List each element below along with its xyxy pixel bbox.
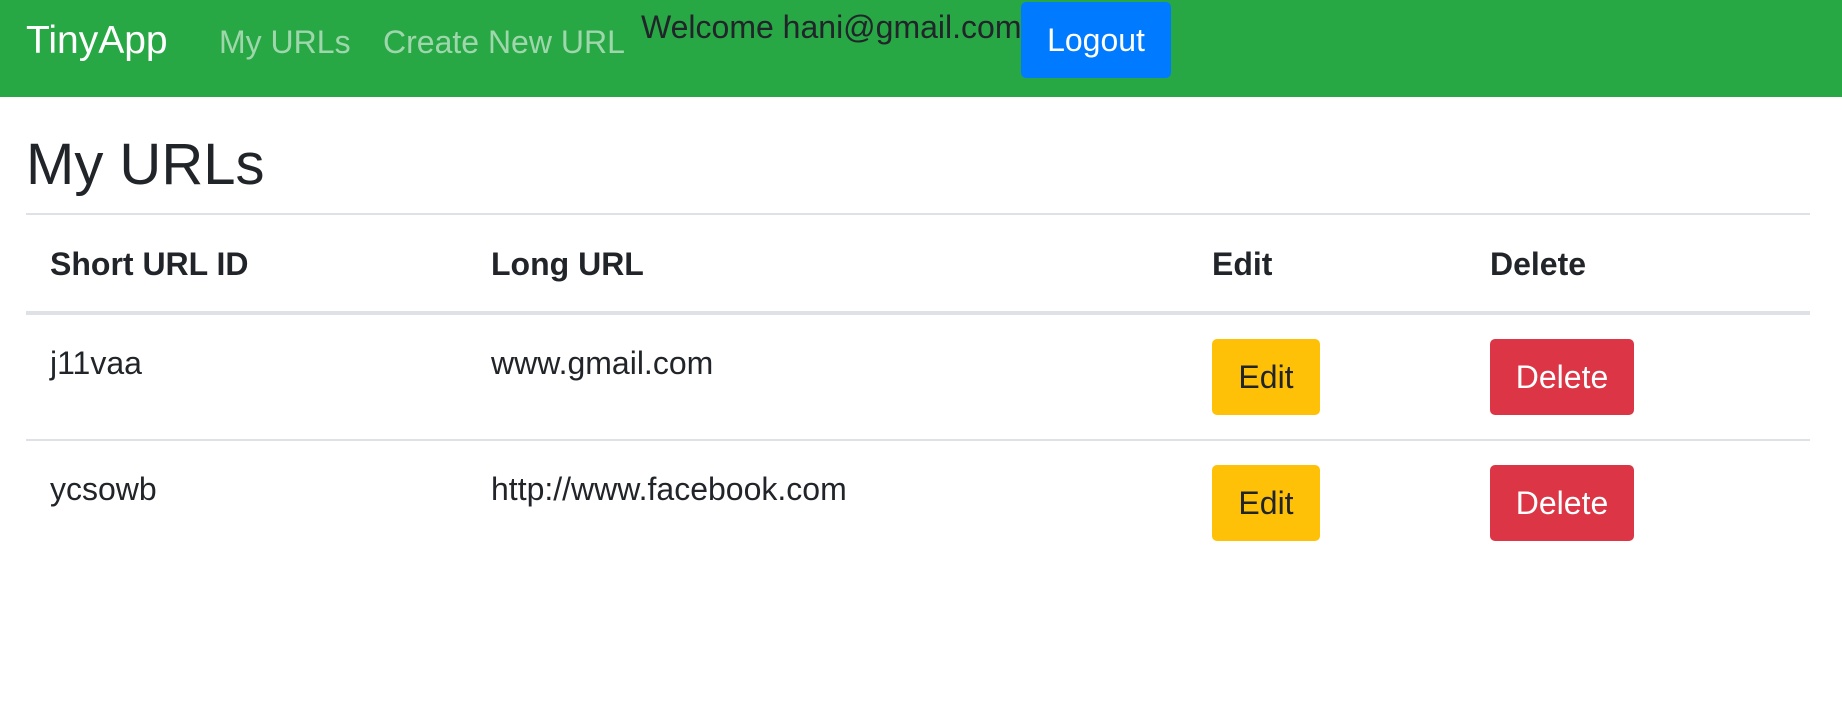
logout-button[interactable]: Logout — [1021, 2, 1171, 78]
nav-link-my-urls[interactable]: My URLs — [219, 23, 351, 61]
brand-link[interactable]: TinyApp — [26, 18, 168, 64]
column-header-short-url-id: Short URL ID — [50, 246, 249, 282]
edit-button[interactable]: Edit — [1212, 339, 1320, 415]
long-url: www.gmail.com — [491, 345, 714, 381]
table-top-divider — [26, 213, 1810, 215]
delete-button[interactable]: Delete — [1490, 465, 1634, 541]
short-url-id: j11vaa — [50, 345, 142, 381]
nav-link-create-new-url[interactable]: Create New URL — [383, 23, 625, 61]
delete-button[interactable]: Delete — [1490, 339, 1634, 415]
edit-button[interactable]: Edit — [1212, 465, 1320, 541]
page-title: My URLs — [26, 132, 265, 197]
column-header-long-url: Long URL — [491, 246, 644, 282]
header-divider — [26, 311, 1810, 315]
long-url: http://www.facebook.com — [491, 471, 847, 507]
short-url-id: ycsowb — [50, 471, 157, 507]
row-divider — [26, 439, 1810, 441]
column-header-edit: Edit — [1212, 246, 1273, 282]
welcome-text: Welcome hani@gmail.com — [641, 9, 1022, 45]
navbar: TinyApp My URLs Create New URL Welcome h… — [0, 0, 1842, 97]
column-header-delete: Delete — [1490, 246, 1587, 282]
